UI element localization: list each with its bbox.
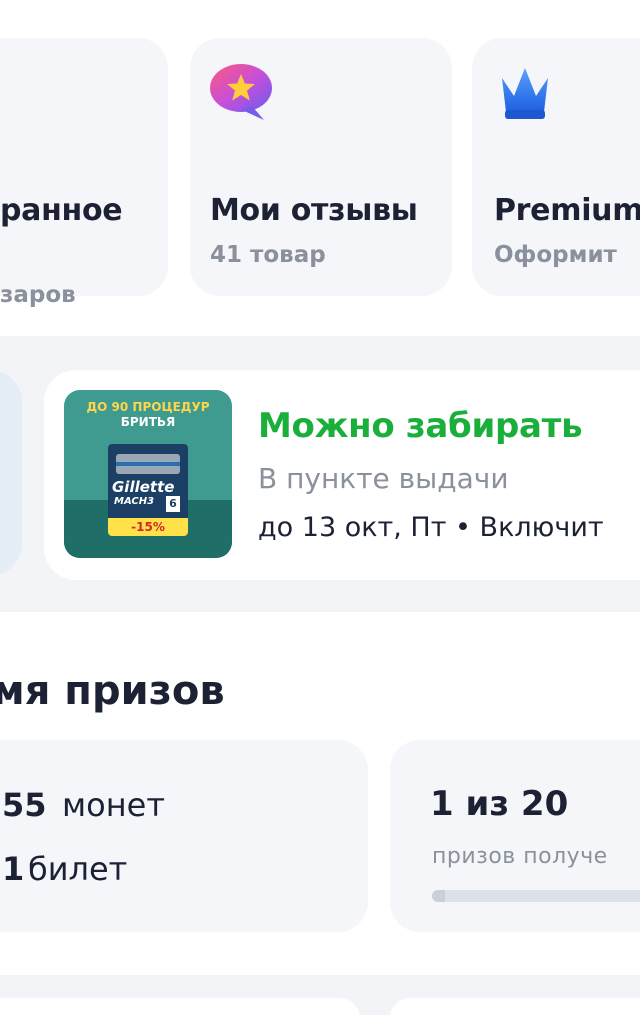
premium-tile[interactable]: Premium Оформит — [472, 38, 640, 296]
prizes-progress-count: 1 из 20 — [430, 784, 569, 824]
coins-value: 55 — [2, 786, 47, 824]
tickets-value: 1 — [2, 850, 25, 888]
promo-line-2: БРИТЬЯ — [120, 415, 176, 429]
tickets-label: билет — [28, 850, 128, 888]
prizes-progress-fill — [432, 890, 445, 902]
favorites-tile[interactable]: ранное заров — [0, 38, 168, 308]
order-card[interactable]: ДО 90 ПРОЦЕДУР БРИТЬЯ Gillette MACH3 6 -… — [44, 370, 640, 580]
razor-package: Gillette MACH3 6 -15% — [108, 444, 188, 536]
review-star-bubble-icon — [208, 62, 276, 122]
premium-subtitle: Оформит — [494, 242, 617, 268]
bottom-card-right — [390, 998, 640, 1015]
favorites-subtitle: заров — [0, 282, 76, 308]
discount-badge: -15% — [108, 518, 188, 536]
previous-order-card[interactable] — [0, 370, 22, 576]
promo-line-1: ДО 90 ПРОЦЕДУР — [86, 400, 210, 414]
my-reviews-tile[interactable]: Мои отзывы 41 товар — [190, 38, 452, 296]
prizes-progress-card[interactable]: 1 из 20 призов получе — [390, 740, 640, 932]
my-reviews-title: Мои отзывы — [210, 193, 418, 228]
order-status: Можно забирать — [258, 406, 583, 446]
favorites-title: ранное — [0, 193, 123, 228]
brand-text: Gillette — [112, 478, 175, 496]
pickup-deadline: до 13 окт, Пт • Включит — [258, 512, 604, 543]
model-text: MACH3 — [114, 496, 155, 507]
coins-label: монет — [62, 786, 165, 824]
profile-screen: ранное заров Мои отзывы 41 товар Premium… — [0, 0, 640, 1015]
premium-title: Premium — [494, 193, 640, 228]
product-thumbnail: ДО 90 ПРОЦЕДУР БРИТЬЯ Gillette MACH3 6 -… — [64, 390, 232, 558]
my-reviews-subtitle: 41 товар — [210, 242, 326, 268]
crown-icon — [498, 60, 552, 122]
prizes-section-title: мя призов — [0, 668, 225, 714]
prizes-progress-track — [432, 890, 640, 902]
pickup-location: В пункте выдачи — [258, 462, 509, 495]
balance-card[interactable]: 55 монет 1 билет — [0, 740, 368, 932]
prizes-progress-label: призов получе — [432, 844, 608, 869]
razor-cartridge-strip — [116, 462, 180, 466]
bottom-card-left — [0, 998, 360, 1015]
count-badge: 6 — [166, 496, 180, 512]
